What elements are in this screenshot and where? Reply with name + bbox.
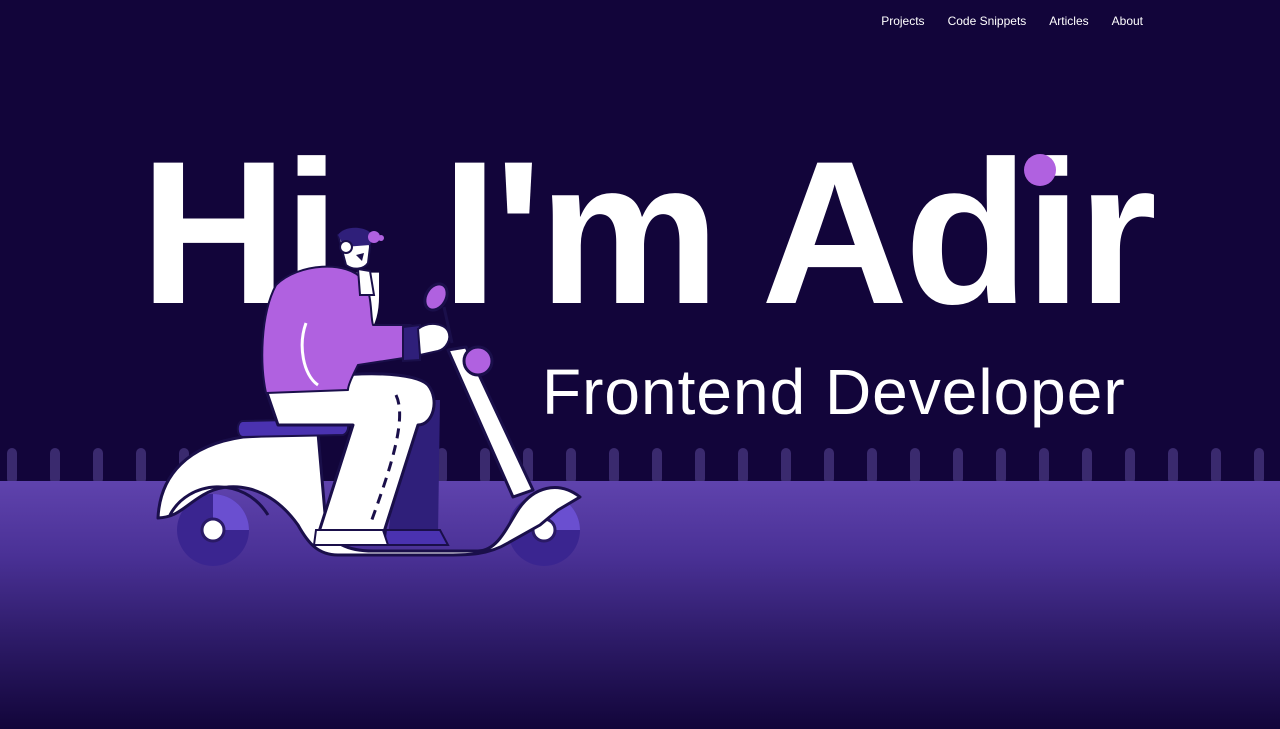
back-shoe [382, 529, 450, 546]
fence-post [1254, 448, 1264, 484]
fence-post [695, 448, 705, 484]
fence-post [50, 448, 60, 484]
person-on-scooter-illustration [156, 227, 582, 566]
fence-post [1125, 448, 1135, 484]
fence-post [867, 448, 877, 484]
fence-post [7, 448, 17, 484]
fence-post [652, 448, 662, 484]
fence-post [996, 448, 1006, 484]
nav-link-articles[interactable]: Articles [1049, 13, 1088, 29]
fence-post [136, 448, 146, 484]
fence-post [609, 448, 619, 484]
accent-dot [1024, 154, 1056, 186]
page: Projects Code Snippets Articles About Hi… [0, 0, 1280, 729]
nav-link-code-snippets[interactable]: Code Snippets [948, 13, 1027, 29]
fence-post [1168, 448, 1178, 484]
fence-post [824, 448, 834, 484]
hero-subtitle: Frontend Developer [542, 356, 1126, 428]
fence-post [93, 448, 103, 484]
fence-post [953, 448, 963, 484]
head [336, 227, 384, 270]
fence-post [781, 448, 791, 484]
nav-link-projects[interactable]: Projects [881, 13, 924, 29]
nav-link-about[interactable]: About [1112, 13, 1143, 29]
fence-post [1211, 448, 1221, 484]
fence-post [1082, 448, 1092, 484]
fence-post [1039, 448, 1049, 484]
top-nav: Projects Code Snippets Articles About [858, 13, 1143, 29]
fence-post [910, 448, 920, 484]
front-shoe [312, 529, 390, 546]
hand [416, 323, 451, 357]
fence-post [738, 448, 748, 484]
